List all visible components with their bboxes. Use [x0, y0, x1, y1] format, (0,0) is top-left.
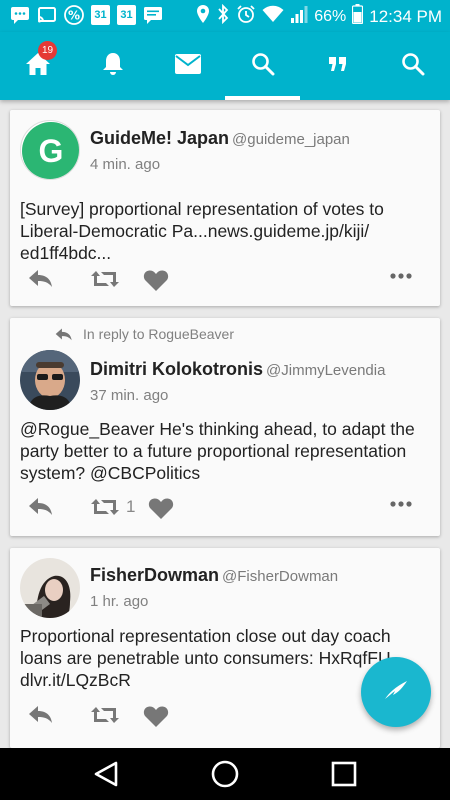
more-icon — [390, 273, 412, 279]
avatar[interactable]: G — [20, 120, 80, 180]
calendar-day: 31 — [120, 9, 133, 21]
compose-button[interactable] — [361, 657, 431, 727]
home-button[interactable] — [209, 758, 241, 790]
back-icon — [94, 761, 118, 787]
messenger-icon — [10, 6, 30, 24]
reply-button[interactable] — [28, 268, 54, 288]
tab-messages[interactable] — [150, 32, 225, 100]
recents-icon — [331, 761, 357, 787]
retweet-button[interactable] — [90, 268, 120, 290]
tweet-text-line: @Rogue_Beaver He's thinking ahead, to ad… — [20, 419, 415, 439]
retweet-icon — [91, 499, 119, 515]
author-name[interactable]: GuideMe! Japan — [90, 128, 229, 148]
author-line: FisherDowman @FisherDowman — [90, 565, 338, 586]
reply-icon — [55, 328, 72, 341]
retweet-button[interactable]: 1 — [90, 496, 135, 518]
recents-button[interactable] — [328, 758, 360, 790]
reply-context-text[interactable]: In reply to RogueBeaver — [83, 326, 234, 342]
tweet-text[interactable]: [Survey] proportional representation of … — [20, 198, 435, 264]
tweet-time: 1 hr. ago — [90, 593, 149, 610]
retweet-icon — [91, 707, 119, 723]
tweet-text-line: [Survey] proportional representation of … — [20, 199, 384, 219]
tweet-feed[interactable]: G GuideMe! Japan @guideme_japan 4 min. ag… — [0, 100, 450, 748]
status-bar-notifications: % 31 31 — [10, 5, 163, 25]
tab-search[interactable] — [225, 32, 300, 100]
author-name[interactable]: FisherDowman — [90, 565, 219, 585]
battery-percent: 66% — [314, 7, 347, 25]
author-line: Dimitri Kolokotronis @JimmyLevendia — [90, 359, 385, 380]
like-button[interactable] — [143, 268, 169, 292]
calendar-day: 31 — [94, 9, 107, 21]
more-button[interactable] — [390, 500, 412, 508]
alarm-icon — [236, 4, 256, 29]
like-button[interactable] — [148, 496, 174, 520]
system-nav-bar — [0, 748, 450, 800]
svg-text:%: % — [68, 9, 80, 23]
home-circle-icon — [211, 760, 239, 788]
quote-icon — [328, 55, 348, 78]
tweet-text[interactable]: @Rogue_Beaver He's thinking ahead, to ad… — [20, 418, 435, 484]
retweet-button[interactable] — [90, 704, 120, 726]
clock: 12:34 PM — [369, 6, 442, 26]
tweet-text-line: system? @CBCPolitics — [20, 463, 201, 483]
tweet-time: 4 min. ago — [90, 156, 161, 173]
tweet-text-line: Proportional representation close out da… — [20, 626, 391, 646]
signal-icon — [290, 5, 308, 28]
bell-icon — [101, 51, 125, 82]
notification-badge: 19 — [38, 41, 57, 60]
like-button[interactable] — [143, 704, 169, 728]
avatar[interactable] — [20, 558, 80, 618]
bluetooth-icon — [216, 3, 230, 29]
more-button[interactable] — [390, 272, 412, 280]
retweet-icon — [91, 271, 119, 287]
search-icon — [251, 52, 275, 81]
cast-icon — [37, 6, 57, 24]
reply-button[interactable] — [28, 496, 54, 516]
more-icon — [390, 501, 412, 507]
tab-quotes[interactable] — [300, 32, 375, 100]
tab-search-2[interactable] — [375, 32, 450, 100]
status-bar: % 31 31 66% 12:34 PM — [0, 0, 450, 32]
message-icon — [143, 6, 163, 24]
avatar-letter: G — [39, 133, 64, 169]
location-icon — [196, 4, 210, 29]
top-nav-bar: 19 — [0, 32, 450, 100]
heart-icon — [148, 498, 174, 519]
tweet-card[interactable]: In reply to RogueBeaver Dimitri Kolokotr… — [10, 318, 440, 536]
heart-icon — [143, 706, 169, 727]
reply-context: In reply to RogueBeaver — [55, 326, 234, 342]
mail-icon — [174, 53, 202, 80]
tweet-time: 37 min. ago — [90, 387, 169, 404]
reply-button[interactable] — [28, 704, 54, 724]
author-handle[interactable]: @JimmyLevendia — [266, 362, 385, 379]
calendar-icon: 31 — [117, 5, 136, 25]
back-button[interactable] — [90, 758, 122, 790]
reply-icon — [29, 498, 52, 515]
quill-icon — [383, 679, 409, 706]
tweet-text-line: ed1ff4bdc... — [20, 243, 112, 263]
calendar-icon: 31 — [91, 5, 110, 25]
tweet-text-line: party better to a future proportional re… — [20, 441, 407, 461]
heart-icon — [143, 270, 169, 291]
tweet-text-line: Liberal-Democratic Pa...news.guideme.jp/… — [20, 221, 370, 241]
tab-notifications[interactable] — [75, 32, 150, 100]
percent-icon: % — [64, 5, 84, 25]
author-handle[interactable]: @FisherDowman — [222, 568, 338, 585]
tweet-actions: 1 — [28, 496, 428, 526]
avatar[interactable] — [20, 350, 80, 410]
tweet-card[interactable]: G GuideMe! Japan @guideme_japan 4 min. ag… — [10, 110, 440, 306]
tweet-actions — [28, 268, 428, 298]
reply-icon — [29, 270, 52, 287]
status-bar-system: 66% 12:34 PM — [196, 3, 442, 29]
wifi-icon — [262, 5, 284, 28]
tab-home[interactable]: 19 — [0, 32, 75, 100]
author-line: GuideMe! Japan @guideme_japan — [90, 128, 350, 149]
reply-icon — [29, 706, 52, 723]
author-handle[interactable]: @guideme_japan — [232, 131, 350, 148]
search-icon — [401, 52, 425, 81]
author-name[interactable]: Dimitri Kolokotronis — [90, 359, 263, 379]
battery-icon — [352, 4, 364, 29]
retweet-count: 1 — [126, 497, 136, 516]
